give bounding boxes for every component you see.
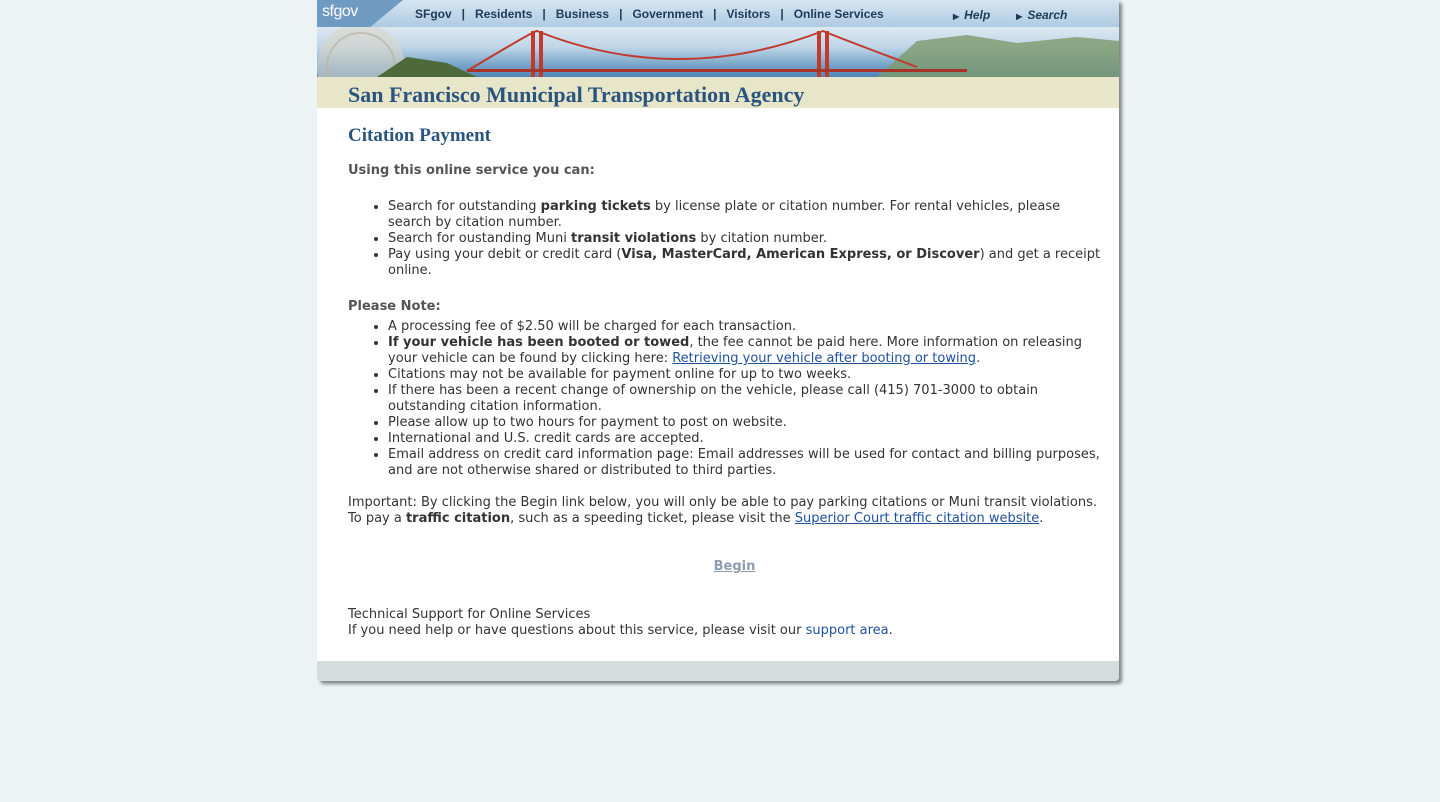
play-arrow-icon: ▶ bbox=[953, 12, 960, 21]
list-item: Citations may not be available for payme… bbox=[388, 367, 1103, 383]
intro-text: Using this online service you can: bbox=[348, 163, 595, 178]
play-arrow-icon: ▶ bbox=[1016, 12, 1023, 21]
list-item: Email address on credit card information… bbox=[388, 447, 1103, 479]
agency-name: San Francisco Municipal Transportation A… bbox=[348, 82, 805, 107]
search-link[interactable]: ▶ Search bbox=[1016, 8, 1067, 22]
page-container: sfgov SFgov | Residents | Business | Gov… bbox=[317, 0, 1119, 681]
footer-bar bbox=[317, 661, 1119, 681]
list-item: A processing fee of $2.50 will be charge… bbox=[388, 319, 1103, 335]
nav-separator: | bbox=[542, 7, 546, 21]
superior-court-link[interactable]: Superior Court traffic citation website bbox=[795, 511, 1039, 526]
list-item: Search for oustanding Muni transit viola… bbox=[388, 231, 1103, 247]
important-notice: Important: By clicking the Begin link be… bbox=[348, 495, 1097, 526]
search-label: Search bbox=[1027, 8, 1068, 22]
main-nav: SFgov | Residents | Business | Governmen… bbox=[415, 7, 884, 21]
nav-separator: | bbox=[713, 7, 717, 21]
help-label: Help bbox=[964, 8, 991, 22]
nav-link-sfgov[interactable]: SFgov bbox=[415, 7, 452, 21]
help-link[interactable]: ▶ Help bbox=[953, 8, 990, 22]
nav-separator: | bbox=[461, 7, 466, 21]
begin-link[interactable]: Begin bbox=[348, 559, 1103, 575]
list-item: Pay using your debit or credit card (Vis… bbox=[388, 247, 1103, 279]
agency-title-bar: San Francisco Municipal Transportation A… bbox=[317, 77, 1119, 108]
bridge-deck bbox=[467, 69, 967, 72]
service-list: Search for outstanding parking tickets b… bbox=[388, 199, 1103, 279]
support-area-link[interactable]: support area bbox=[806, 623, 889, 638]
banner-illustration bbox=[317, 27, 1119, 77]
list-item: If your vehicle has been booted or towed… bbox=[388, 335, 1103, 367]
utility-links: ▶ Help ▶ Search bbox=[953, 8, 1067, 22]
nav-link-online-services[interactable]: Online Services bbox=[794, 7, 884, 21]
nav-separator: | bbox=[619, 7, 623, 21]
top-navigation-bar: sfgov SFgov | Residents | Business | Gov… bbox=[317, 0, 1119, 27]
nav-link-residents[interactable]: Residents bbox=[475, 7, 532, 21]
list-item: International and U.S. credit cards are … bbox=[388, 431, 1103, 447]
support-title: Technical Support for Online Services bbox=[348, 607, 591, 622]
towing-info-link[interactable]: Retrieving your vehicle after booting or… bbox=[672, 351, 976, 366]
nav-link-government[interactable]: Government bbox=[632, 7, 703, 21]
nav-link-business[interactable]: Business bbox=[556, 7, 609, 21]
nav-link-visitors[interactable]: Visitors bbox=[727, 7, 771, 21]
list-item: If there has been a recent change of own… bbox=[388, 383, 1103, 415]
sfgov-logo[interactable]: sfgov bbox=[317, 0, 403, 27]
main-content: Citation Payment Using this online servi… bbox=[348, 125, 1103, 639]
golden-gate-banner bbox=[317, 27, 1119, 77]
page-title: Citation Payment bbox=[348, 125, 492, 146]
support-section: Technical Support for Online Services If… bbox=[348, 607, 1103, 639]
note-list: A processing fee of $2.50 will be charge… bbox=[388, 319, 1103, 479]
nav-separator: | bbox=[780, 7, 784, 21]
list-item: Search for outstanding parking tickets b… bbox=[388, 199, 1103, 231]
note-heading: Please Note: bbox=[348, 299, 441, 314]
support-text: If you need help or have questions about… bbox=[348, 623, 893, 638]
list-item: Please allow up to two hours for payment… bbox=[388, 415, 1103, 431]
